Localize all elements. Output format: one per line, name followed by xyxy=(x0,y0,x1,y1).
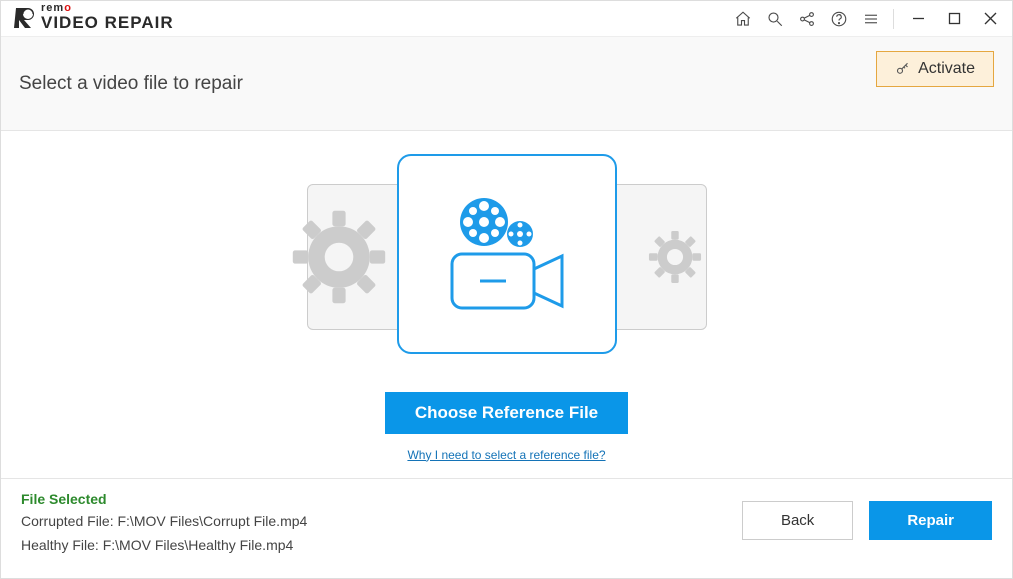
gear-icon xyxy=(284,202,394,312)
help-link[interactable]: Why I need to select a reference file? xyxy=(407,448,605,462)
logo-icon xyxy=(11,5,37,31)
healthy-label: Healthy File: xyxy=(21,537,103,553)
repair-button[interactable]: Repair xyxy=(869,501,992,540)
help-icon[interactable] xyxy=(823,3,855,35)
home-icon[interactable] xyxy=(727,3,759,35)
menu-icon[interactable] xyxy=(855,3,887,35)
file-selected-label: File Selected xyxy=(21,491,307,507)
close-button[interactable] xyxy=(972,3,1008,35)
maximize-button[interactable] xyxy=(936,3,972,35)
corrupted-path: F:\MOV Files\Corrupt File.mp4 xyxy=(117,513,307,529)
main-area: Choose Reference File Why I need to sele… xyxy=(1,131,1012,478)
minimize-button[interactable] xyxy=(900,3,936,35)
search-icon[interactable] xyxy=(759,3,791,35)
activate-label: Activate xyxy=(918,60,975,78)
activate-button[interactable]: Activate xyxy=(876,51,994,87)
titlebar-controls xyxy=(727,3,1008,35)
footer-buttons: Back Repair xyxy=(742,491,992,578)
corrupted-label: Corrupted File: xyxy=(21,513,117,529)
healthy-path: F:\MOV Files\Healthy File.mp4 xyxy=(103,537,294,553)
app-name: VIDEO REPAIR xyxy=(41,13,174,33)
file-info: File Selected Corrupted File: F:\MOV Fil… xyxy=(21,491,307,578)
video-camera-icon xyxy=(434,184,579,324)
video-card xyxy=(397,154,617,354)
app-logo: remo VIDEO REPAIR xyxy=(11,4,174,34)
choose-reference-button[interactable]: Choose Reference File xyxy=(385,392,628,434)
footer: File Selected Corrupted File: F:\MOV Fil… xyxy=(1,478,1012,578)
divider xyxy=(893,9,894,29)
film-reel-icon xyxy=(460,198,508,246)
titlebar: remo VIDEO REPAIR xyxy=(1,1,1012,37)
header: Select a video file to repair Activate xyxy=(1,37,1012,131)
corrupted-file-line: Corrupted File: F:\MOV Files\Corrupt Fil… xyxy=(21,513,307,529)
gear-icon xyxy=(644,202,706,312)
illustration xyxy=(307,154,707,358)
share-icon[interactable] xyxy=(791,3,823,35)
back-button[interactable]: Back xyxy=(742,501,853,540)
page-title: Select a video file to repair xyxy=(19,73,243,95)
healthy-file-line: Healthy File: F:\MOV Files\Healthy File.… xyxy=(21,537,307,553)
key-icon xyxy=(895,62,910,77)
film-reel-small-icon xyxy=(507,221,533,247)
